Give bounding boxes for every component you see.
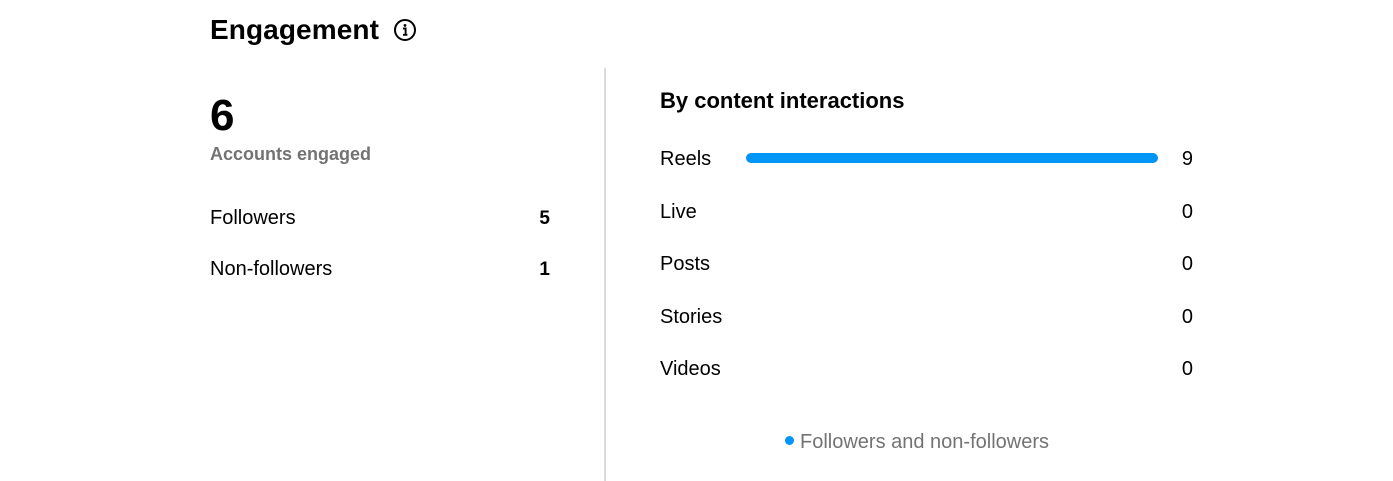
interaction-row-videos: Videos 0 xyxy=(660,356,1195,409)
interaction-row-live: Live 0 xyxy=(660,199,1195,252)
interaction-value: 0 xyxy=(1181,305,1193,328)
breakdown-row-non-followers: Non-followers 1 xyxy=(210,244,550,295)
interaction-value: 0 xyxy=(1181,253,1193,275)
interaction-bar-track xyxy=(746,258,1158,268)
interaction-value: 0 xyxy=(1181,358,1193,380)
page-title: Engagement xyxy=(210,14,380,45)
interaction-bar-track xyxy=(746,363,1158,373)
interaction-bar-track xyxy=(746,153,1158,163)
breakdown-label: Followers xyxy=(210,207,296,229)
interaction-row-posts: Posts 0 xyxy=(660,251,1195,304)
interaction-row-reels: Reels 9 xyxy=(660,146,1195,199)
interaction-label: Stories xyxy=(660,305,723,328)
interaction-bar-track xyxy=(746,311,1158,321)
column-divider xyxy=(604,68,606,481)
interaction-value: 0 xyxy=(1181,200,1193,223)
interaction-value: 9 xyxy=(1181,148,1193,170)
breakdown-row-followers: Followers 5 xyxy=(210,193,550,244)
accounts-engaged-label: Accounts engaged xyxy=(210,144,372,164)
content-interactions-panel: By content interactions Reels 9 Live 0 P… xyxy=(660,88,1195,409)
breakdown-label: Non-followers xyxy=(210,258,333,280)
breakdown-value: 5 xyxy=(539,207,550,229)
interaction-row-stories: Stories 0 xyxy=(660,304,1195,357)
accounts-engaged-count: 6 xyxy=(210,91,235,140)
interaction-label: Posts xyxy=(660,253,711,275)
info-icon[interactable] xyxy=(393,18,417,42)
accounts-engaged-panel: 6 Accounts engaged Followers 5 Non-follo… xyxy=(210,90,550,295)
engagement-header: Engagement xyxy=(210,10,417,50)
interaction-bar-track xyxy=(746,206,1158,216)
interaction-bar xyxy=(746,153,1158,163)
legend-label: Followers and non-followers xyxy=(800,431,1050,453)
interaction-label: Reels xyxy=(660,148,712,170)
legend-dot-icon xyxy=(785,436,794,445)
breakdown-value: 1 xyxy=(539,258,550,280)
audience-breakdown: Followers 5 Non-followers 1 xyxy=(210,193,550,295)
interaction-label: Live xyxy=(660,200,697,223)
interactions-list: Reels 9 Live 0 Posts 0 Stories 0 Videos … xyxy=(660,146,1195,409)
section-title: By content interactions xyxy=(660,88,905,113)
interaction-label: Videos xyxy=(660,358,721,380)
chart-legend: Followers and non-followers xyxy=(785,431,1049,454)
